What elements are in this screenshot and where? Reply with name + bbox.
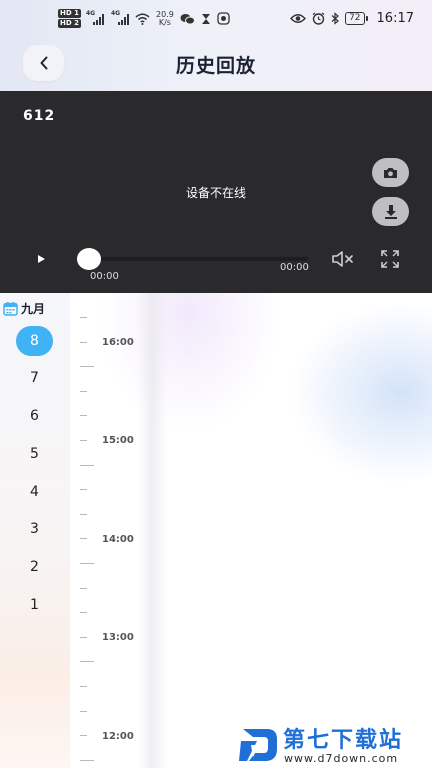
timeline-tick-minor	[80, 341, 87, 343]
calendar-icon	[3, 302, 18, 316]
timeline-tick-minor	[80, 686, 87, 687]
timeline-tick-minor	[80, 513, 87, 515]
device-status-text: 设备不在线	[185, 186, 246, 200]
download-button[interactable]	[372, 197, 409, 226]
progress-track[interactable]	[86, 257, 308, 261]
signal-icon: 4G	[86, 10, 104, 25]
day-item-2[interactable]: 2	[16, 552, 53, 582]
timeline-tick-major	[80, 366, 94, 368]
total-time: 00:00	[280, 262, 309, 273]
bluetooth-icon	[331, 12, 339, 25]
timeline-tick-minor	[80, 317, 87, 318]
timeline-tick-major	[80, 464, 94, 466]
timeline-tick-minor	[80, 390, 87, 392]
timeline-tick-minor	[80, 735, 87, 737]
timeline-label-16: 16:00	[102, 337, 134, 348]
app-notification-icon	[217, 12, 230, 25]
date-column: 九月 8 7 6 5 4 3 2 1	[0, 293, 70, 768]
current-time: 00:00	[90, 271, 119, 282]
day-item-4[interactable]: 4	[16, 477, 53, 507]
hd1-badge: HD 1	[58, 9, 81, 18]
day-item-3[interactable]: 3	[16, 514, 53, 544]
timeline-label-15: 15:00	[102, 435, 134, 446]
play-icon	[37, 255, 45, 263]
wifi-icon	[135, 13, 150, 25]
timeline-tick-major	[80, 661, 94, 663]
playback-panel: 九月 8 7 6 5 4 3 2 1 16:00 15:00 14:00 13:…	[0, 293, 432, 768]
watermark: 第七下载站 www.d7down.com	[237, 719, 432, 768]
timeline-tick-minor	[80, 538, 87, 540]
timeline-ticks[interactable]	[80, 293, 140, 768]
watermark-url: www.d7down.com	[284, 752, 399, 765]
day-item-5[interactable]: 5	[16, 439, 53, 469]
month-label: 九月	[21, 302, 46, 316]
snapshot-button[interactable]	[372, 158, 409, 187]
clock: 16:17	[376, 11, 414, 26]
wechat-icon	[180, 13, 195, 24]
status-bar: HD 1 HD 2 4G 4G 20.9 K/s 72 16:17	[0, 0, 432, 38]
fullscreen-icon[interactable]	[380, 249, 400, 269]
timeline-tick-major	[80, 759, 94, 761]
page-title: 历史回放	[175, 55, 256, 77]
day-item-7[interactable]: 7	[16, 363, 53, 393]
timeline-label-13: 13:00	[102, 632, 134, 643]
timeline-tick-major	[80, 563, 94, 564]
mute-icon[interactable]	[331, 249, 355, 269]
net-speed: 20.9 K/s	[155, 9, 174, 27]
alarm-icon	[312, 12, 325, 25]
play-button[interactable]	[28, 246, 54, 272]
timeline-label-12: 12:00	[102, 731, 134, 742]
timeline-tick-minor	[80, 636, 87, 638]
timeline-tick-minor	[80, 612, 87, 614]
day-item-8[interactable]: 8	[16, 326, 53, 356]
camera-icon	[384, 167, 397, 178]
hd-indicator: HD 1 HD 2	[58, 9, 81, 28]
watermark-brand: 第七下载站	[283, 728, 404, 753]
timeline-label-14: 14:00	[102, 534, 134, 545]
timeline-tick-minor	[80, 440, 87, 441]
day-item-6[interactable]: 6	[16, 401, 53, 431]
video-player[interactable]: 612 设备不在线 00:00 00:00	[0, 91, 432, 293]
progress-thumb[interactable]	[77, 248, 101, 270]
battery-icon: 72	[345, 12, 369, 25]
hd2-badge: HD 2	[58, 19, 81, 28]
timeline-tick-minor	[80, 710, 87, 712]
timeline-tick-minor	[80, 415, 87, 417]
timeline-track[interactable]	[138, 293, 167, 768]
d7-logo-icon	[239, 729, 277, 761]
hourglass-icon	[201, 13, 210, 24]
month-header[interactable]: 九月	[3, 300, 45, 317]
device-id: 612	[23, 108, 56, 124]
eye-icon	[290, 14, 307, 23]
timeline-tick-minor	[80, 587, 87, 589]
download-icon	[384, 204, 397, 219]
day-item-1[interactable]: 1	[16, 590, 53, 620]
signal-icon-2: 4G	[111, 10, 129, 25]
timeline-tick-minor	[80, 489, 87, 491]
